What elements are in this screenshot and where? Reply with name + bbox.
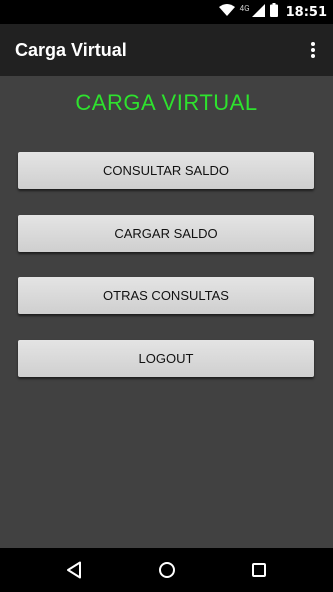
wifi-icon [218,4,235,20]
home-icon[interactable] [145,548,189,592]
recents-icon[interactable] [237,548,281,592]
overflow-menu-icon[interactable] [301,34,325,66]
network-type-label: 4G [239,4,250,13]
app-bar: Carga Virtual [0,24,333,76]
cargar-saldo-button[interactable]: CARGAR SALDO [18,215,314,252]
back-icon[interactable] [52,548,96,592]
main-content: CARGA VIRTUAL CONSULTAR SALDO CARGAR SAL… [0,76,333,548]
screen-heading: CARGA VIRTUAL [75,90,258,115]
otras-consultas-button[interactable]: OTRAS CONSULTAS [18,277,314,314]
consultar-saldo-button[interactable]: CONSULTAR SALDO [18,152,314,189]
status-time: 18:51 [285,4,327,20]
battery-icon [269,3,278,21]
cellular-signal-icon [251,3,265,21]
logout-button[interactable]: LOGOUT [18,340,314,377]
status-icons: 4G 18:51 [218,0,327,24]
navigation-bar [0,548,333,592]
status-bar: 4G 18:51 [0,0,333,24]
app-title: Carga Virtual [15,40,127,60]
